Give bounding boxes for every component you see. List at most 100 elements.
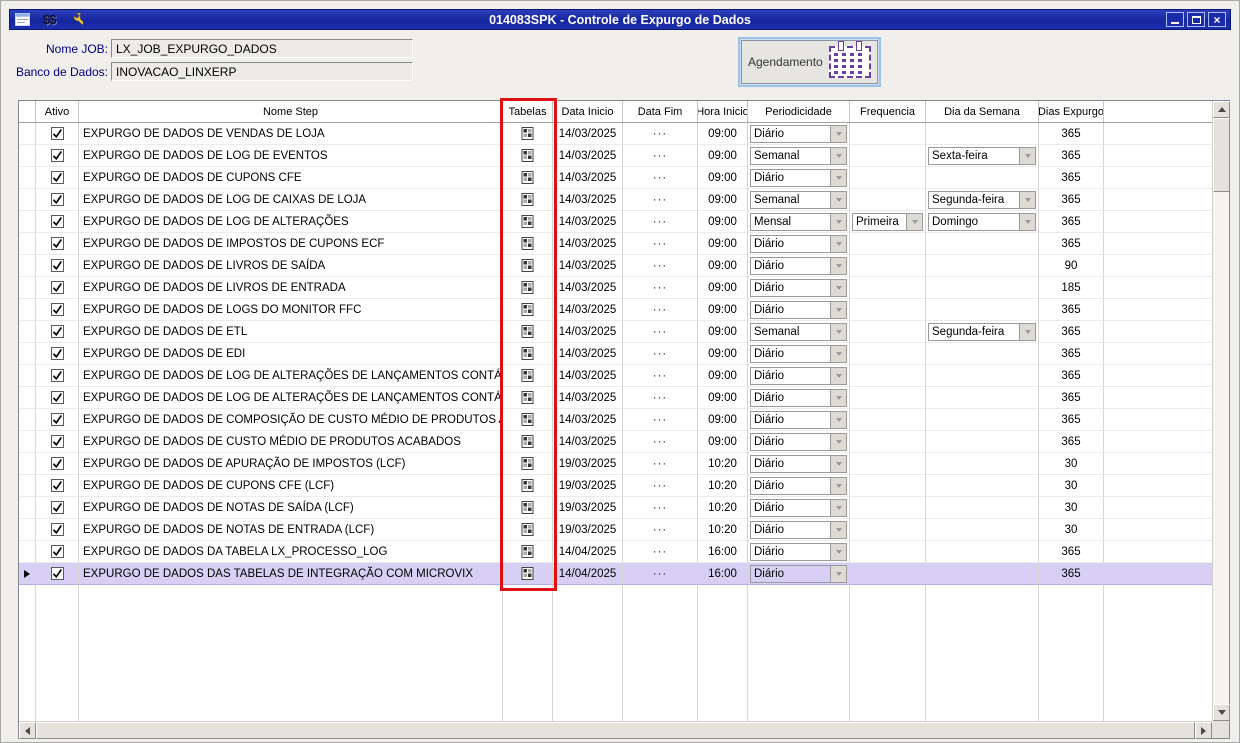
- ativo-cell[interactable]: [36, 453, 79, 475]
- step-name-cell[interactable]: EXPURGO DE DADOS DE LOGS DO MONITOR FFC: [79, 299, 503, 321]
- scroll-down-button[interactable]: [1213, 704, 1230, 721]
- table-grid-icon[interactable]: [520, 148, 535, 163]
- start-date-cell[interactable]: 19/03/2025: [553, 453, 623, 475]
- active-checkbox[interactable]: [50, 193, 64, 206]
- ativo-cell[interactable]: [36, 255, 79, 277]
- table-grid-icon[interactable]: [520, 412, 535, 427]
- end-date-ellipsis-cell[interactable]: ···: [623, 431, 698, 453]
- step-name-cell[interactable]: EXPURGO DE DADOS DE NOTAS DE SAÍDA (LCF): [79, 497, 503, 519]
- frequencia-cell[interactable]: [850, 233, 926, 255]
- start-date-cell[interactable]: 14/04/2025: [553, 563, 623, 585]
- dia-da-semana-cell[interactable]: [926, 387, 1039, 409]
- frequencia-cell[interactable]: [850, 365, 926, 387]
- step-name-cell[interactable]: EXPURGO DE DADOS DE CUPONS CFE (LCF): [79, 475, 503, 497]
- start-date-cell[interactable]: 14/03/2025: [553, 321, 623, 343]
- ativo-cell[interactable]: [36, 321, 79, 343]
- periodicidade-cell[interactable]: Diário: [748, 255, 850, 277]
- dias-expurgo-cell[interactable]: 365: [1039, 387, 1104, 409]
- tabelas-cell[interactable]: [503, 563, 553, 585]
- periodicidade-cell[interactable]: Diário: [748, 277, 850, 299]
- step-name-cell[interactable]: EXPURGO DE DADOS DE VENDAS DE LOJA: [79, 123, 503, 145]
- chevron-down-icon[interactable]: [830, 455, 846, 472]
- banco-dados-field[interactable]: INOVACAO_LINXERP: [111, 62, 413, 81]
- column-header[interactable]: Nome Step: [79, 101, 503, 122]
- step-name-cell[interactable]: EXPURGO DE DADOS DE COMPOSIÇÃO DE CUSTO …: [79, 409, 503, 431]
- step-name-cell[interactable]: EXPURGO DE DADOS DE APURAÇÃO DE IMPOSTOS…: [79, 453, 503, 475]
- active-checkbox[interactable]: [50, 369, 64, 382]
- column-header[interactable]: Data Fim: [623, 101, 698, 122]
- periodicidade-cell[interactable]: Diário: [748, 497, 850, 519]
- dropdown-select[interactable]: Mensal: [750, 212, 847, 231]
- dropdown-select[interactable]: Diário: [750, 366, 847, 385]
- frequencia-cell[interactable]: [850, 321, 926, 343]
- tabelas-cell[interactable]: [503, 475, 553, 497]
- frequencia-cell[interactable]: [850, 541, 926, 563]
- ativo-cell[interactable]: [36, 563, 79, 585]
- ativo-cell[interactable]: [36, 211, 79, 233]
- chevron-down-icon[interactable]: [1019, 323, 1035, 340]
- active-checkbox[interactable]: [50, 171, 64, 184]
- ativo-cell[interactable]: [36, 189, 79, 211]
- start-date-cell[interactable]: 14/03/2025: [553, 145, 623, 167]
- ativo-cell[interactable]: [36, 343, 79, 365]
- table-grid-icon[interactable]: [520, 280, 535, 295]
- dias-expurgo-cell[interactable]: 30: [1039, 475, 1104, 497]
- table-row[interactable]: EXPURGO DE DADOS DE VENDAS DE LOJA 14/03/…: [19, 123, 1212, 145]
- active-checkbox[interactable]: [50, 501, 64, 514]
- column-header[interactable]: Data Inicio: [553, 101, 623, 122]
- frequencia-cell[interactable]: [850, 453, 926, 475]
- column-header[interactable]: Periodicidade: [748, 101, 850, 122]
- tabelas-cell[interactable]: [503, 431, 553, 453]
- minimize-button[interactable]: [1166, 12, 1184, 27]
- frequencia-cell[interactable]: [850, 431, 926, 453]
- active-checkbox[interactable]: [50, 479, 64, 492]
- periodicidade-cell[interactable]: Diário: [748, 299, 850, 321]
- dropdown-select[interactable]: Diário: [750, 454, 847, 473]
- start-date-cell[interactable]: 14/03/2025: [553, 255, 623, 277]
- ativo-cell[interactable]: [36, 475, 79, 497]
- dropdown-select[interactable]: Diário: [750, 498, 847, 517]
- start-date-cell[interactable]: 14/03/2025: [553, 233, 623, 255]
- table-row[interactable]: EXPURGO DE DADOS DE LOG DE CAIXAS DE LOJ…: [19, 189, 1212, 211]
- table-grid-icon[interactable]: [520, 192, 535, 207]
- frequencia-cell[interactable]: [850, 475, 926, 497]
- frequencia-cell[interactable]: [850, 255, 926, 277]
- ativo-cell[interactable]: [36, 541, 79, 563]
- step-name-cell[interactable]: EXPURGO DE DADOS DE LOG DE EVENTOS: [79, 145, 503, 167]
- table-grid-icon[interactable]: [520, 478, 535, 493]
- dia-da-semana-cell[interactable]: [926, 541, 1039, 563]
- table-grid-icon[interactable]: [520, 324, 535, 339]
- table-row[interactable]: EXPURGO DE DADOS DE LOG DE ALTERAÇÕES 14/…: [19, 211, 1212, 233]
- dias-expurgo-cell[interactable]: 365: [1039, 563, 1104, 585]
- start-time-cell[interactable]: 09:00: [698, 211, 748, 233]
- column-header[interactable]: Ativo: [36, 101, 79, 122]
- chevron-down-icon[interactable]: [830, 521, 846, 538]
- dropdown-select[interactable]: Primeira: [852, 212, 923, 231]
- dias-expurgo-cell[interactable]: 365: [1039, 299, 1104, 321]
- table-row[interactable]: EXPURGO DE DADOS DE CUSTO MÉDIO DE PRODU…: [19, 431, 1212, 453]
- periodicidade-cell[interactable]: Semanal: [748, 145, 850, 167]
- tabelas-cell[interactable]: [503, 255, 553, 277]
- column-header[interactable]: Dias Expurgo: [1039, 101, 1104, 122]
- start-date-cell[interactable]: 14/03/2025: [553, 277, 623, 299]
- step-name-cell[interactable]: EXPURGO DE DADOS DE LOG DE ALTERAÇÕES DE…: [79, 387, 503, 409]
- start-date-cell[interactable]: 14/03/2025: [553, 343, 623, 365]
- dias-expurgo-cell[interactable]: 365: [1039, 541, 1104, 563]
- start-time-cell[interactable]: 10:20: [698, 519, 748, 541]
- tabelas-cell[interactable]: [503, 519, 553, 541]
- column-header[interactable]: Frequencia: [850, 101, 926, 122]
- tabelas-cell[interactable]: [503, 189, 553, 211]
- active-checkbox[interactable]: [50, 237, 64, 250]
- start-time-cell[interactable]: 16:00: [698, 563, 748, 585]
- ativo-cell[interactable]: [36, 233, 79, 255]
- start-date-cell[interactable]: 19/03/2025: [553, 519, 623, 541]
- start-date-cell[interactable]: 14/03/2025: [553, 211, 623, 233]
- chevron-down-icon[interactable]: [906, 213, 922, 230]
- dia-da-semana-cell[interactable]: [926, 343, 1039, 365]
- frequencia-cell[interactable]: [850, 519, 926, 541]
- periodicidade-cell[interactable]: Diário: [748, 387, 850, 409]
- dias-expurgo-cell[interactable]: 365: [1039, 145, 1104, 167]
- dia-da-semana-cell[interactable]: [926, 519, 1039, 541]
- end-date-ellipsis-cell[interactable]: ···: [623, 563, 698, 585]
- step-name-cell[interactable]: EXPURGO DE DADOS DA TABELA LX_PROCESSO_L…: [79, 541, 503, 563]
